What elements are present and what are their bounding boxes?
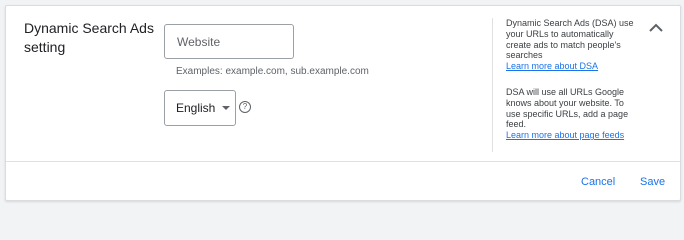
section-title: Dynamic Search Ads setting [24,20,154,55]
language-select-value: English [176,101,216,115]
learn-more-page-feeds-link[interactable]: Learn more about page feeds [506,130,624,140]
dsa-setting-card: Dynamic Search Ads setting Examples: exa… [5,5,681,201]
website-examples-hint: Examples: example.com, sub.example.com [176,66,369,77]
save-button[interactable]: Save [640,176,665,188]
chevron-up-icon[interactable] [646,18,666,38]
dsa-description: Dynamic Search Ads (DSA) use your URLs t… [506,18,634,61]
language-select[interactable]: English [164,90,236,126]
caret-down-icon [222,106,231,110]
learn-more-dsa-link[interactable]: Learn more about DSA [506,61,598,71]
dsa-page-feed-note: DSA will use all URLs Google knows about… [506,86,629,130]
help-icon[interactable]: ? [239,101,251,113]
help-side-panel: Dynamic Search Ads (DSA) use your URLs t… [506,18,634,141]
footer-divider [6,161,680,162]
website-input[interactable] [164,24,294,59]
cancel-button[interactable]: Cancel [581,176,615,188]
vertical-divider [492,18,493,152]
